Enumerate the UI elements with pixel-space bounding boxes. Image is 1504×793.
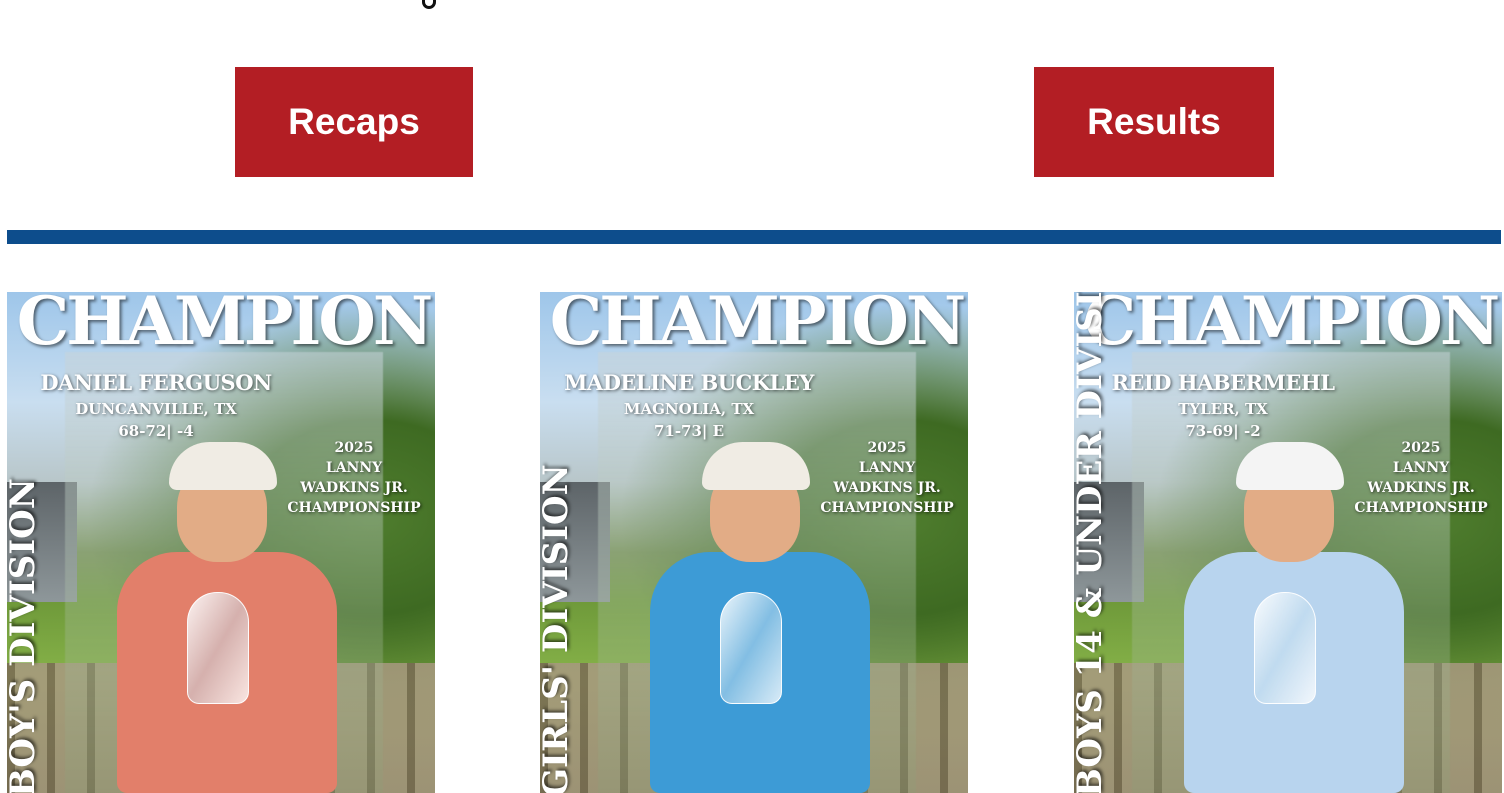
event-title: 2025 LANNY WADKINS JR. CHAMPIONSHIP: [287, 440, 421, 516]
trophy-image: [187, 592, 249, 704]
recaps-button[interactable]: Recaps: [235, 67, 473, 177]
champion-heading: CHAMPION: [1083, 292, 1500, 360]
division-label: BOYS 14 & UNDER DIVISION: [1074, 292, 1110, 793]
trophy-image: [720, 592, 782, 704]
player-score: 73-69| -2: [1185, 422, 1261, 440]
results-button[interactable]: Results: [1034, 67, 1274, 177]
partial-heading-glyph: [422, 0, 436, 9]
section-divider: [7, 230, 1501, 244]
player-hometown: DUNCANVILLE, TX: [75, 400, 237, 418]
event-title: 2025 LANNY WADKINS JR. CHAMPIONSHIP: [820, 440, 954, 516]
champion-card-boys[interactable]: CHAMPION DANIEL FERGUSON DUNCANVILLE, TX…: [7, 292, 435, 793]
player-hometown: TYLER, TX: [1178, 400, 1268, 418]
trophy-image: [1254, 592, 1316, 704]
champion-heading: CHAMPION: [16, 292, 433, 360]
event-title: 2025 LANNY WADKINS JR. CHAMPIONSHIP: [1354, 440, 1488, 516]
player-hometown: MAGNOLIA, TX: [623, 400, 755, 418]
player-score: 68-72| -4: [118, 422, 194, 440]
player-name: MADELINE BUCKLEY: [564, 370, 814, 395]
division-label: BOY'S DIVISION: [7, 478, 43, 793]
champion-heading: CHAMPION: [549, 292, 966, 360]
champion-card-boys-14-under[interactable]: CHAMPION REID HABERMEHL TYLER, TX 73-69|…: [1074, 292, 1502, 793]
player-name: REID HABERMEHL: [1111, 370, 1335, 395]
player-score: 71-73| E: [653, 422, 725, 440]
player-name: DANIEL FERGUSON: [40, 370, 272, 395]
champion-card-girls[interactable]: CHAMPION MADELINE BUCKLEY MAGNOLIA, TX 7…: [540, 292, 968, 793]
division-label: GIRLS' DIVISION: [540, 464, 576, 793]
